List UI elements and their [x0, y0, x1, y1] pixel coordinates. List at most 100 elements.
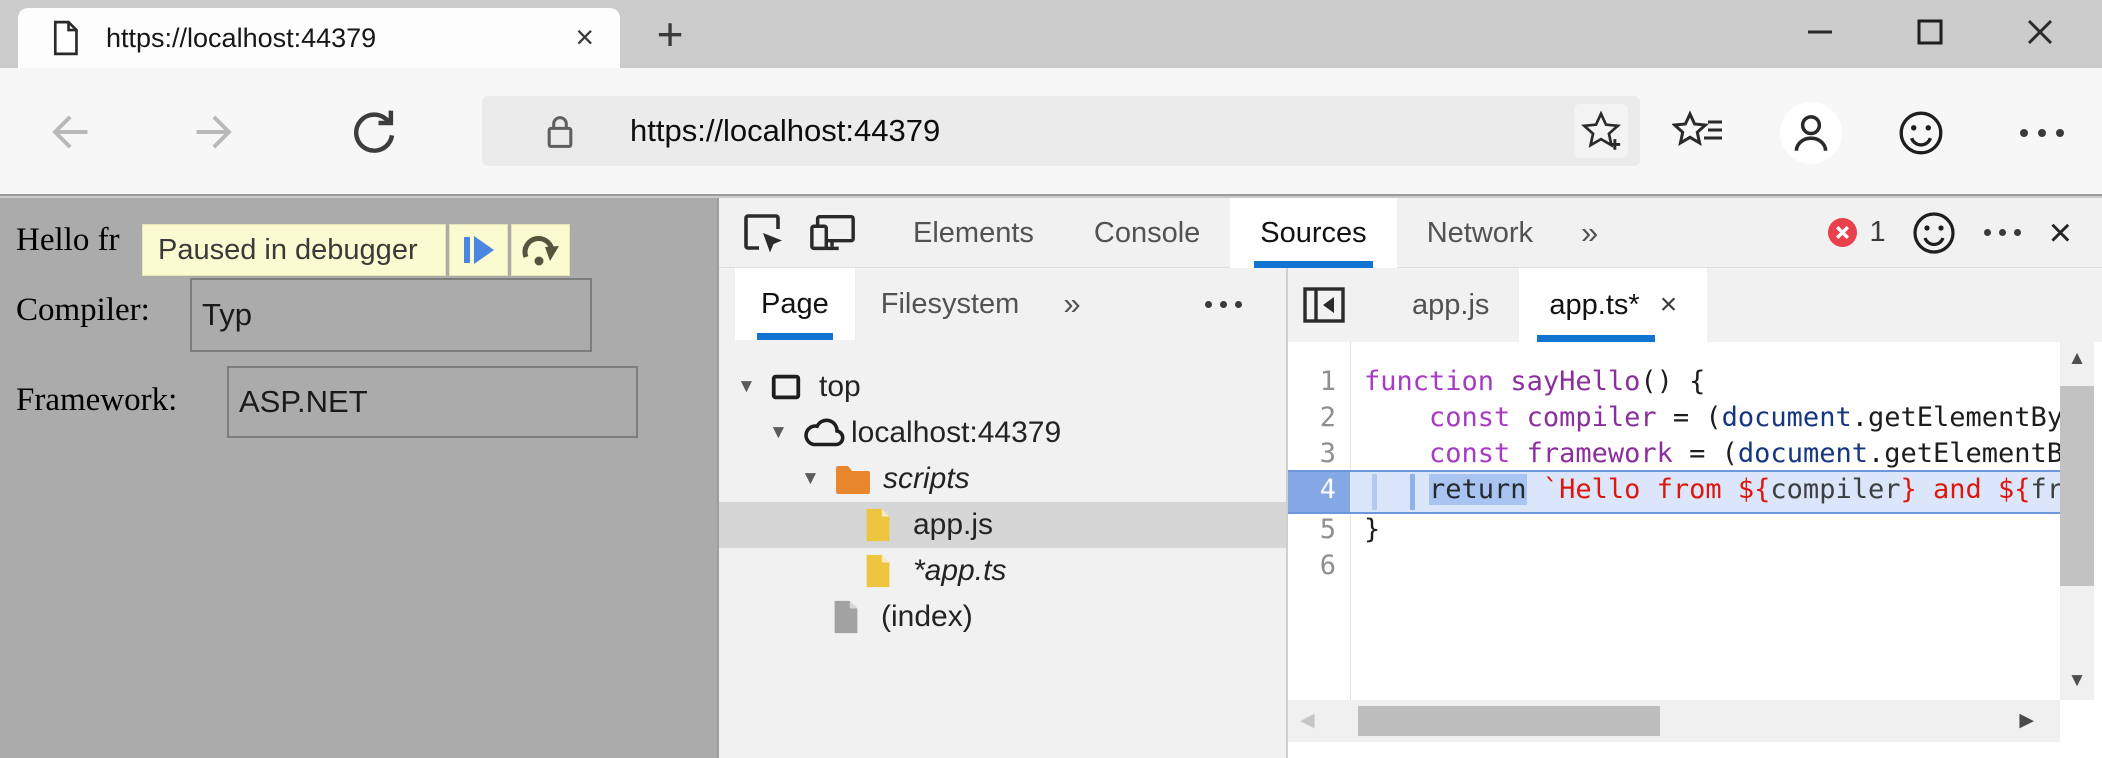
framework-input[interactable] — [227, 366, 638, 438]
horizontal-scrollbar[interactable]: ◀ ▶ — [1288, 700, 2060, 742]
vertical-scrollbar[interactable]: ▲ ▼ — [2060, 342, 2094, 700]
navigator-tab-filesystem[interactable]: Filesystem — [855, 268, 1046, 340]
add-favorite-star-icon[interactable] — [1574, 104, 1628, 158]
feedback-smiley-icon[interactable] — [1890, 102, 1952, 164]
dot — [2014, 229, 2021, 236]
code-token: return — [1429, 474, 1527, 505]
device-emulation-icon[interactable] — [809, 209, 857, 257]
compiler-input[interactable] — [190, 278, 592, 352]
navigator-menu-ellipsis-icon[interactable] — [1205, 301, 1242, 308]
editor-tab-appts[interactable]: app.ts*× — [1519, 268, 1707, 342]
tab-close-icon[interactable]: × — [575, 8, 594, 66]
dot — [1999, 229, 2006, 236]
file-yellow-icon — [863, 507, 913, 543]
tree-expand-arrow-icon[interactable]: ▼ — [769, 422, 801, 444]
code-line-4[interactable]: 4 return `Hello from ${compiler} and ${f… — [1288, 470, 2060, 514]
code-editor: 1function sayHello() {2 const compiler =… — [1288, 342, 2102, 758]
tree-item-top[interactable]: ▼ top — [719, 364, 1286, 410]
dot — [2020, 129, 2028, 137]
file-yellow-icon — [863, 553, 913, 589]
code-token: compiler — [1527, 402, 1657, 433]
code-line-2[interactable]: 2 const compiler = (document.getElementB… — [1288, 400, 2060, 436]
line-number[interactable]: 3 — [1288, 436, 1350, 472]
devtools-menu-ellipsis-icon[interactable] — [1984, 229, 2021, 236]
code-line-5[interactable]: 5} — [1288, 512, 2060, 548]
file-gray-icon — [831, 599, 881, 635]
tree-item-label: top — [819, 370, 861, 404]
devtools-feedback-smiley-icon[interactable] — [1910, 209, 1958, 257]
scroll-up-icon[interactable]: ▲ — [2060, 348, 2094, 370]
code-token: `Hello from ${ — [1543, 474, 1771, 505]
code-token: document — [1738, 438, 1868, 469]
line-number[interactable]: 6 — [1288, 548, 1350, 584]
code-token: = ( — [1657, 402, 1722, 433]
window-close-button[interactable] — [2008, 0, 2072, 64]
tree-expand-arrow-icon[interactable]: ▼ — [801, 468, 833, 490]
scroll-right-icon[interactable]: ▶ — [2019, 700, 2034, 742]
line-number[interactable]: 4 — [1288, 472, 1350, 512]
profile-icon[interactable] — [1780, 102, 1842, 164]
devtools-tab-bar: ElementsConsoleSourcesNetwork — [883, 198, 1563, 268]
tree-item-appjs[interactable]: app.js — [719, 502, 1286, 548]
code-token — [1364, 402, 1429, 433]
code-line-6[interactable]: 6 — [1288, 548, 2060, 584]
code-line-text — [1350, 548, 2060, 584]
horizontal-scrollbar-thumb[interactable] — [1358, 706, 1660, 736]
tree-item-label: app.js — [913, 508, 993, 542]
hello-text: Hello fr — [16, 222, 120, 259]
tree-item-appts[interactable]: *app.ts — [719, 548, 1286, 594]
line-number[interactable]: 2 — [1288, 400, 1350, 436]
window-minimize-button[interactable] — [1788, 0, 1852, 64]
tree-item-index[interactable]: (index) — [719, 594, 1286, 640]
devtools-tab-network[interactable]: Network — [1397, 198, 1563, 268]
debugger-resume-button[interactable] — [449, 224, 508, 276]
editor-tab-close-icon[interactable]: × — [1660, 268, 1678, 342]
code-line-3[interactable]: 3 const framework = (document.getElement… — [1288, 436, 2060, 472]
editor-tab-label: app.js — [1412, 268, 1489, 342]
tree-item-scripts[interactable]: ▼scripts — [719, 456, 1286, 502]
forward-button[interactable] — [184, 100, 248, 164]
editor-tabs: app.js app.ts*× — [1348, 268, 1707, 342]
back-button[interactable] — [36, 100, 100, 164]
line-number[interactable]: 5 — [1288, 512, 1350, 548]
dot — [1984, 229, 1991, 236]
vertical-scrollbar-thumb[interactable] — [2060, 386, 2094, 586]
code-lines[interactable]: 1function sayHello() {2 const compiler =… — [1288, 342, 2060, 700]
tree-item-localhost44379[interactable]: ▼localhost:44379 — [719, 410, 1286, 456]
scroll-left-icon[interactable]: ◀ — [1300, 700, 1315, 742]
more-tabs-chevron[interactable]: » — [1581, 215, 1598, 251]
navigator-more-tabs-chevron[interactable]: » — [1063, 286, 1080, 322]
tree-expand-arrow-icon[interactable]: ▼ — [737, 376, 769, 398]
browser-menu-ellipsis-icon[interactable] — [2000, 102, 2084, 164]
devtools-tab-sources[interactable]: Sources — [1230, 198, 1396, 268]
file-tree: ▼ top ▼localhost:44379▼scripts app.js *app.t… — [719, 340, 1286, 758]
debugger-step-over-button[interactable] — [511, 224, 570, 276]
url-text[interactable]: https://localhost:44379 — [630, 96, 940, 166]
address-bar[interactable]: https://localhost:44379 — [482, 96, 1640, 166]
code-line-1[interactable]: 1function sayHello() { — [1288, 364, 2060, 400]
devtools-close-icon[interactable]: × — [2049, 198, 2072, 268]
hide-navigator-icon[interactable] — [1300, 281, 1348, 329]
titlebar: https://localhost:44379 × + — [0, 0, 2102, 68]
new-tab-button[interactable]: + — [640, 2, 700, 66]
editor-tab-appjs[interactable]: app.js — [1382, 268, 1519, 342]
line-number[interactable]: 1 — [1288, 364, 1350, 400]
code-token: framework — [2031, 474, 2060, 505]
code-line-text: } — [1350, 512, 2060, 548]
browser-tab[interactable]: https://localhost:44379 × — [18, 8, 620, 68]
inspect-element-icon[interactable] — [739, 209, 787, 257]
code-line-text: function sayHello() { — [1350, 364, 2060, 400]
code-token — [1364, 438, 1429, 469]
refresh-button[interactable] — [342, 100, 406, 164]
error-count[interactable]: 1 — [1870, 216, 1886, 249]
dot — [1205, 301, 1212, 308]
window-maximize-button[interactable] — [1898, 0, 1962, 64]
devtools-tab-elements[interactable]: Elements — [883, 198, 1064, 268]
browser-toolbar: https://localhost:44379 — [0, 68, 2102, 196]
framework-label: Framework: — [16, 382, 177, 419]
scroll-down-icon[interactable]: ▼ — [2060, 670, 2094, 692]
devtools-tab-console[interactable]: Console — [1064, 198, 1230, 268]
favorites-list-icon[interactable] — [1668, 102, 1730, 164]
error-badge-icon[interactable] — [1826, 209, 1860, 257]
navigator-tab-page[interactable]: Page — [735, 268, 855, 340]
